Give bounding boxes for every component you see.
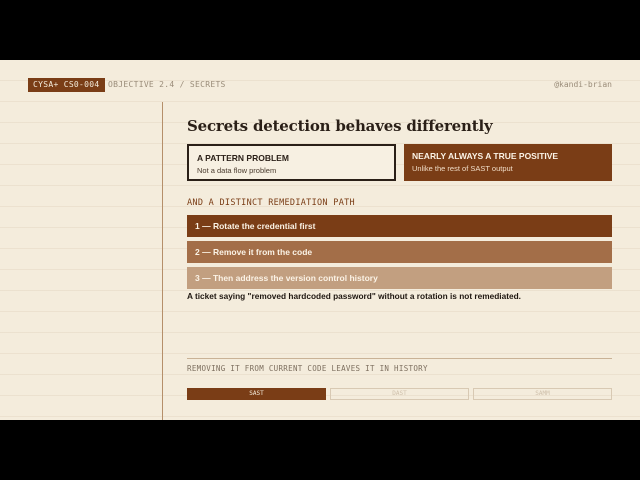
card-subtext: Not a data flow problem (197, 166, 277, 175)
remediation-step-rotate: 1 — Rotate the credential first (187, 215, 612, 237)
author-handle: @kandi-brian (554, 80, 612, 89)
true-positive-card: NEARLY ALWAYS A TRUE POSITIVE Unlike the… (404, 144, 612, 181)
tab-dast[interactable]: DAST (330, 388, 469, 400)
top-bar: CYSA+ CS0-004 OBJECTIVE 2.4 / SECRETS @k… (28, 78, 612, 92)
slide-frame: CYSA+ CS0-004 OBJECTIVE 2.4 / SECRETS @k… (0, 60, 640, 420)
tab-sast[interactable]: SAST (187, 388, 326, 400)
remediation-step-remove: 2 — Remove it from the code (187, 241, 612, 263)
footer-caption: REMOVING IT FROM CURRENT CODE LEAVES IT … (187, 364, 428, 373)
objective-label: OBJECTIVE 2.4 / SECRETS (108, 80, 226, 89)
card-heading: NEARLY ALWAYS A TRUE POSITIVE (412, 151, 559, 161)
tab-samm[interactable]: SAMM (473, 388, 612, 400)
card-subtext: Unlike the rest of SAST output (412, 164, 513, 173)
course-badge: CYSA+ CS0-004 (28, 78, 105, 92)
remediation-subheading: AND A DISTINCT REMEDIATION PATH (187, 198, 355, 208)
remediation-step-history: 3 — Then address the version control his… (187, 267, 612, 289)
slide-title: Secrets detection behaves differently (187, 117, 493, 135)
footer-divider (187, 358, 612, 359)
pattern-problem-card: A PATTERN PROBLEM Not a data flow proble… (187, 144, 396, 181)
remediation-note: A ticket saying "removed hardcoded passw… (187, 291, 521, 301)
margin-divider (162, 102, 163, 420)
card-heading: A PATTERN PROBLEM (197, 153, 289, 163)
